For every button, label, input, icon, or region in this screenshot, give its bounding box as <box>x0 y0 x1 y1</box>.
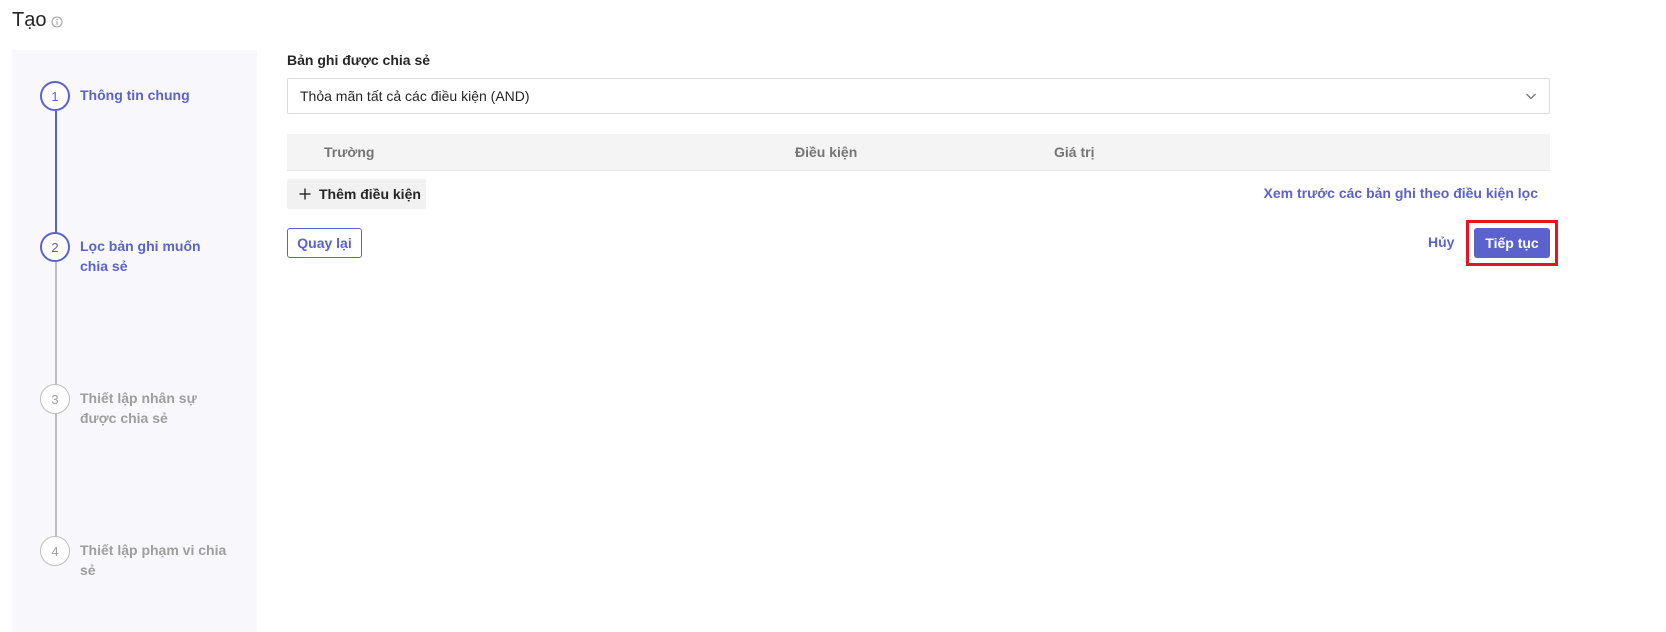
step-3[interactable]: 3 Thiết lập nhân sự được chia sẻ <box>40 384 230 428</box>
add-condition-label: Thêm điều kiện <box>319 186 421 202</box>
shared-records-label: Bản ghi được chia sẻ <box>287 52 431 68</box>
preview-records-link[interactable]: Xem trước các bản ghi theo điều kiện lọc <box>1264 185 1539 201</box>
step-number: 1 <box>40 81 70 111</box>
column-header-field: Trường <box>324 144 375 160</box>
step-connector-3-4 <box>55 414 57 537</box>
step-number: 2 <box>40 232 70 262</box>
step-4[interactable]: 4 Thiết lập phạm vi chia sẻ <box>40 536 230 580</box>
step-connector-1-2 <box>55 111 57 233</box>
chevron-down-icon <box>1526 93 1536 100</box>
column-header-value: Giá trị <box>1054 144 1095 160</box>
page-title: Tạo <box>12 9 63 32</box>
cancel-button[interactable]: Hủy <box>1428 234 1454 250</box>
plus-icon <box>299 188 311 200</box>
match-condition-value: Thỏa mãn tất cả các điều kiện (AND) <box>300 88 530 104</box>
conditions-table-header: Trường Điều kiện Giá trị <box>287 134 1550 171</box>
continue-button[interactable]: Tiếp tục <box>1474 228 1550 258</box>
info-icon[interactable] <box>51 16 63 28</box>
step-label: Thiết lập nhân sự được chia sẻ <box>80 390 197 426</box>
stepper-sidebar: 1 Thông tin chung 2 Lọc bản ghi muốn chi… <box>12 50 257 632</box>
page-title-text: Tạo <box>12 9 47 31</box>
match-condition-select[interactable]: Thỏa mãn tất cả các điều kiện (AND) <box>287 78 1550 114</box>
step-number: 3 <box>40 384 70 414</box>
step-2[interactable]: 2 Lọc bản ghi muốn chia sẻ <box>40 232 230 276</box>
step-number: 4 <box>40 536 70 566</box>
continue-button-highlight: Tiếp tục <box>1466 220 1558 266</box>
back-button[interactable]: Quay lại <box>287 228 362 258</box>
step-label: Thiết lập phạm vi chia sẻ <box>80 542 227 578</box>
add-condition-button[interactable]: Thêm điều kiện <box>287 179 426 209</box>
step-connector-2-3 <box>55 262 57 385</box>
step-label: Thông tin chung <box>80 87 190 103</box>
column-header-condition: Điều kiện <box>795 144 858 160</box>
step-1[interactable]: 1 Thông tin chung <box>40 81 230 111</box>
step-label: Lọc bản ghi muốn chia sẻ <box>80 238 201 274</box>
